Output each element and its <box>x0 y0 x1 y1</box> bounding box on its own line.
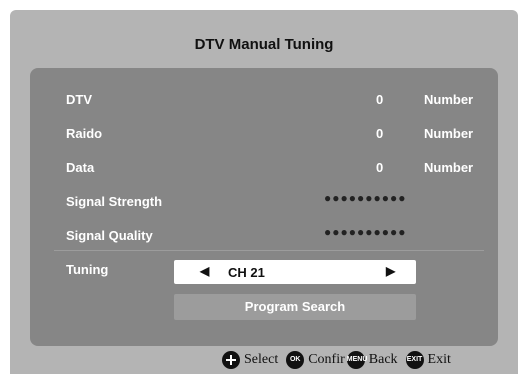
ok-icon: OK <box>286 351 305 369</box>
program-search-button[interactable]: Program Search <box>174 294 416 320</box>
signal-strength-label: Signal Strength <box>66 194 163 209</box>
row-radio-value: 0 <box>376 126 384 141</box>
hint-confirm: Confir <box>308 352 345 367</box>
row-signal-strength: Signal Strength ●●●●●●●●●● <box>30 190 498 214</box>
arrow-right-icon[interactable]: ▶ <box>386 264 395 278</box>
row-radio-label: Raido <box>66 126 103 141</box>
arrow-left-icon[interactable]: ◀ <box>200 264 209 278</box>
hint-exit: Exit <box>427 352 451 367</box>
row-data-label: Data <box>66 160 95 175</box>
dpad-icon <box>222 351 240 369</box>
tuning-panel: DTV 0 Number Raido 0 Number Data 0 Numbe… <box>30 68 498 346</box>
tuning-window: DTV Manual Tuning DTV 0 Number Raido 0 N… <box>10 10 518 374</box>
row-data-unit: Number <box>424 160 474 175</box>
signal-strength-meter: ●●●●●●●●●● <box>324 191 407 205</box>
row-dtv-value: 0 <box>376 92 384 107</box>
window-title: DTV Manual Tuning <box>194 36 334 53</box>
channel-selector[interactable]: ◀ CH 21 ▶ <box>174 260 416 284</box>
row-radio: Raido 0 Number <box>30 122 498 146</box>
hint-back: Back <box>368 352 398 367</box>
row-data-value: 0 <box>376 160 384 175</box>
tuning-label: Tuning <box>66 262 109 277</box>
row-dtv-label: DTV <box>66 92 92 107</box>
divider <box>54 250 484 251</box>
hint-select: Select <box>244 352 279 367</box>
row-radio-unit: Number <box>424 126 474 141</box>
footer-hints: Select OK Confir MENU Back EXIT Exit <box>222 350 459 370</box>
exit-icon: EXIT <box>405 351 424 369</box>
signal-quality-meter: ●●●●●●●●●● <box>324 225 407 239</box>
row-dtv-unit: Number <box>424 92 474 107</box>
row-signal-quality: Signal Quality ●●●●●●●●●● <box>30 224 498 248</box>
row-dtv: DTV 0 Number <box>30 88 498 112</box>
signal-quality-label: Signal Quality <box>66 228 153 243</box>
row-data: Data 0 Number <box>30 156 498 180</box>
channel-value: CH 21 <box>228 265 265 280</box>
menu-icon: MENU <box>346 351 367 369</box>
